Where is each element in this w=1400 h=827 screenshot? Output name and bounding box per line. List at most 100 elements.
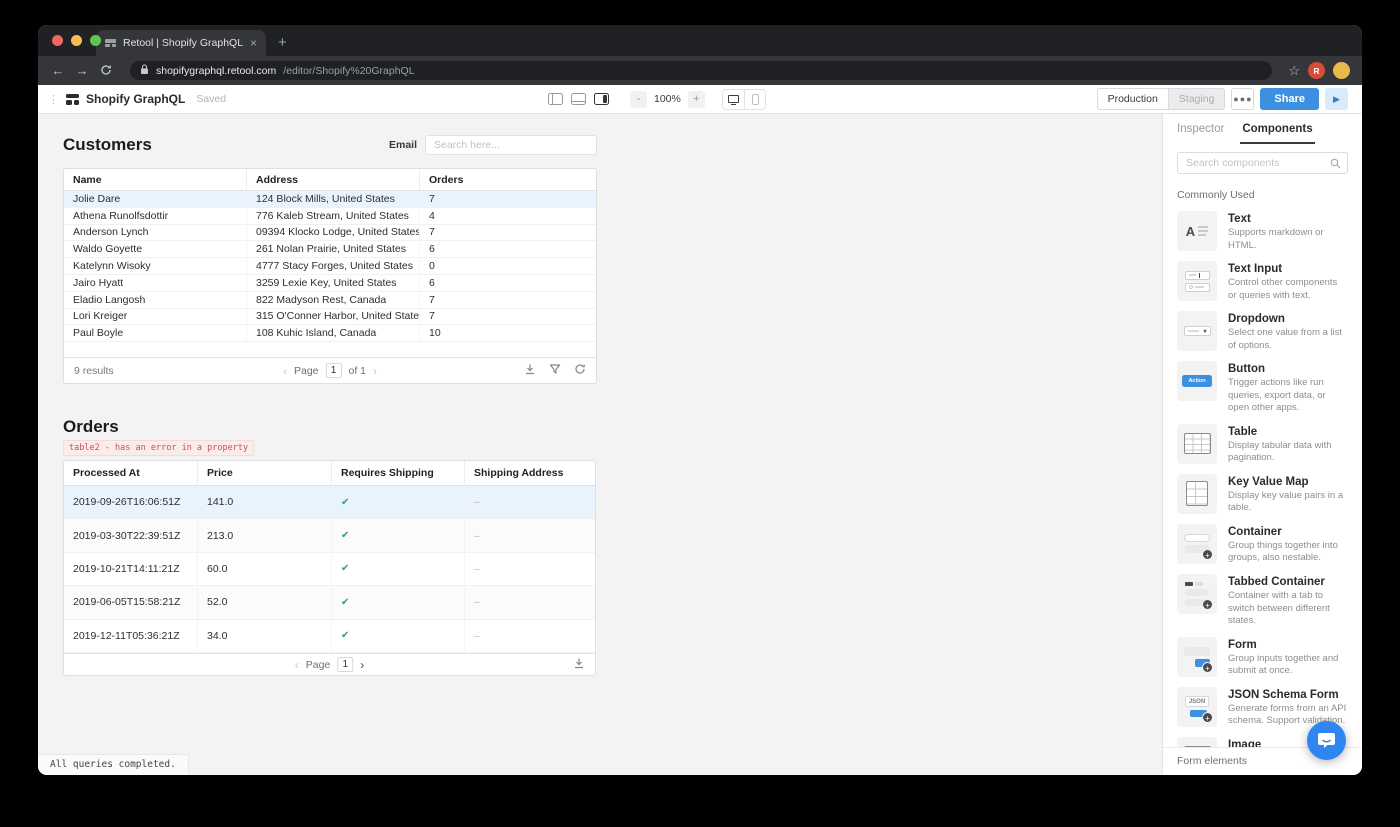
column-header-name[interactable]: Name [64, 169, 247, 190]
prev-page-icon[interactable]: ‹ [283, 365, 287, 377]
filter-icon[interactable] [549, 362, 561, 380]
desktop-view-button[interactable] [723, 90, 744, 109]
save-status: Saved [196, 93, 226, 105]
table-cell: Paul Boyle [64, 325, 247, 341]
bookmark-star-icon[interactable]: ☆ [1288, 63, 1300, 79]
chat-launcher-button[interactable] [1307, 721, 1346, 760]
column-header-shipping-address[interactable]: Shipping Address [465, 461, 595, 485]
zoom-out-button[interactable]: - [630, 91, 647, 108]
close-window-icon[interactable] [52, 35, 63, 46]
minimize-window-icon[interactable] [71, 35, 82, 46]
table-icon [1177, 424, 1217, 464]
page-number-input[interactable]: 1 [337, 657, 353, 672]
component-item-container[interactable]: +ContainerGroup things together into gro… [1177, 524, 1348, 565]
table-cell: 315 O'Conner Harbor, United States [247, 309, 420, 325]
key-value-map-icon [1177, 474, 1217, 514]
table-row[interactable]: Eladio Langosh822 Madyson Rest, Canada7 [64, 292, 596, 309]
email-label: Email [389, 139, 417, 151]
forward-icon[interactable]: → [74, 64, 90, 77]
email-search-input[interactable] [425, 135, 597, 155]
prev-page-icon[interactable]: ‹ [295, 659, 299, 671]
component-text: Key Value MapDisplay key value pairs in … [1228, 474, 1348, 515]
app-canvas[interactable]: Customers Email NameAddressOrders Jolie … [38, 114, 1162, 775]
table-row[interactable]: Lori Kreiger315 O'Conner Harbor, United … [64, 309, 596, 326]
component-item-text-input[interactable]: Text InputControl other components or qu… [1177, 261, 1348, 302]
search-components-input[interactable] [1177, 152, 1348, 174]
table-row[interactable]: Jairo Hyatt3259 Lexie Key, United States… [64, 275, 596, 292]
column-header-processed-at[interactable]: Processed At [64, 461, 198, 485]
device-toggle [722, 89, 766, 110]
table-row[interactable]: 2019-10-21T14:11:21Z60.0✔– [64, 553, 595, 586]
production-button[interactable]: Production [1097, 88, 1169, 111]
component-item-tabbed-container[interactable]: +Tabbed ContainerContainer with a tab to… [1177, 574, 1348, 628]
component-name: Container [1228, 526, 1348, 538]
mobile-view-button[interactable] [744, 90, 765, 109]
preview-play-button[interactable]: ▶ [1325, 88, 1348, 110]
next-page-icon[interactable]: › [360, 659, 364, 671]
drag-handle-icon[interactable]: ⋮ [48, 93, 59, 106]
download-icon[interactable] [524, 362, 536, 380]
table-cell: ✔ [332, 620, 465, 652]
toggle-bottom-panel-icon[interactable] [571, 93, 586, 105]
table-row[interactable]: Anderson Lynch09394 Klocko Lodge, United… [64, 225, 596, 242]
table-cell: – [465, 586, 595, 618]
component-item-dropdown[interactable]: ▾DropdownSelect one value from a list of… [1177, 311, 1348, 352]
share-button[interactable]: Share [1260, 88, 1319, 110]
table-row[interactable]: 2019-03-30T22:39:51Z213.0✔– [64, 519, 595, 552]
component-item-text[interactable]: ATextSupports markdown or HTML. [1177, 211, 1348, 252]
table-row[interactable]: 2019-12-11T05:36:21Z34.0✔– [64, 620, 595, 653]
table-row[interactable]: Katelynn Wisoky4777 Stacy Forges, United… [64, 258, 596, 275]
component-item-form[interactable]: +FormGroup inputs together and submit at… [1177, 637, 1348, 678]
address-bar[interactable]: shopifygraphql.retool.com/editor/Shopify… [130, 61, 1272, 80]
component-description: Trigger actions like run queries, export… [1228, 377, 1348, 415]
component-description: Group inputs together and submit at once… [1228, 653, 1348, 678]
toggle-left-panel-icon[interactable] [548, 93, 563, 105]
table-row[interactable]: Athena Runolfsdottir776 Kaleb Stream, Un… [64, 208, 596, 225]
column-header-price[interactable]: Price [198, 461, 332, 485]
refresh-icon[interactable] [574, 362, 586, 380]
back-icon[interactable]: ← [50, 64, 66, 77]
extension-avatar[interactable]: R [1308, 62, 1325, 79]
column-header-requires-shipping[interactable]: Requires Shipping [332, 461, 465, 485]
maximize-window-icon[interactable] [90, 35, 101, 46]
table-cell: 4 [420, 208, 596, 224]
table-cell: 7 [420, 225, 596, 241]
tab-components[interactable]: Components [1242, 114, 1312, 144]
table-cell: Waldo Goyette [64, 241, 247, 257]
tab-inspector[interactable]: Inspector [1177, 114, 1224, 144]
component-item-button[interactable]: ActionButtonTrigger actions like run que… [1177, 361, 1348, 415]
customers-table-body: Jolie Dare124 Block Mills, United States… [64, 191, 596, 342]
table-row[interactable]: 2019-06-05T15:58:21Z52.0✔– [64, 586, 595, 619]
empty-value: – [474, 630, 480, 642]
table-cell: 7 [420, 191, 596, 207]
component-item-table[interactable]: TableDisplay tabular data with paginatio… [1177, 424, 1348, 465]
column-header-address[interactable]: Address [247, 169, 420, 190]
browser-tab[interactable]: Retool | Shopify GraphQL × [96, 30, 266, 56]
table-row[interactable]: Paul Boyle108 Kuhic Island, Canada10 [64, 325, 596, 342]
sidebar-tabs: Inspector Components [1163, 114, 1362, 144]
reload-icon[interactable] [98, 64, 114, 78]
next-page-icon[interactable]: › [373, 365, 377, 377]
new-tab-button[interactable]: + [278, 34, 287, 51]
column-header-orders[interactable]: Orders [420, 169, 596, 190]
window-controls [52, 35, 101, 46]
tab-close-icon[interactable]: × [250, 36, 257, 50]
tab-title: Retool | Shopify GraphQL [123, 37, 243, 49]
staging-button[interactable]: Staging [1169, 88, 1226, 111]
zoom-in-button[interactable]: + [688, 91, 705, 108]
table-row[interactable]: 2019-09-26T16:06:51Z141.0✔– [64, 486, 595, 519]
retool-logo-icon[interactable] [66, 94, 79, 105]
checkmark-icon: ✔ [341, 597, 349, 608]
download-icon[interactable] [573, 656, 585, 674]
profile-avatar[interactable] [1333, 62, 1350, 79]
component-item-key-value-map[interactable]: Key Value MapDisplay key value pairs in … [1177, 474, 1348, 515]
more-options-button[interactable]: ●●● [1231, 88, 1254, 110]
chat-icon [1317, 732, 1336, 750]
table-cell: 7 [420, 309, 596, 325]
page-number-input[interactable]: 1 [326, 363, 342, 378]
component-description: Group things together into groups, also … [1228, 540, 1348, 565]
table-row[interactable]: Jolie Dare124 Block Mills, United States… [64, 191, 596, 208]
toggle-right-panel-icon[interactable] [594, 93, 609, 105]
error-badge[interactable]: table2 - has an error in a property [63, 440, 254, 456]
table-row[interactable]: Waldo Goyette261 Nolan Prairie, United S… [64, 241, 596, 258]
